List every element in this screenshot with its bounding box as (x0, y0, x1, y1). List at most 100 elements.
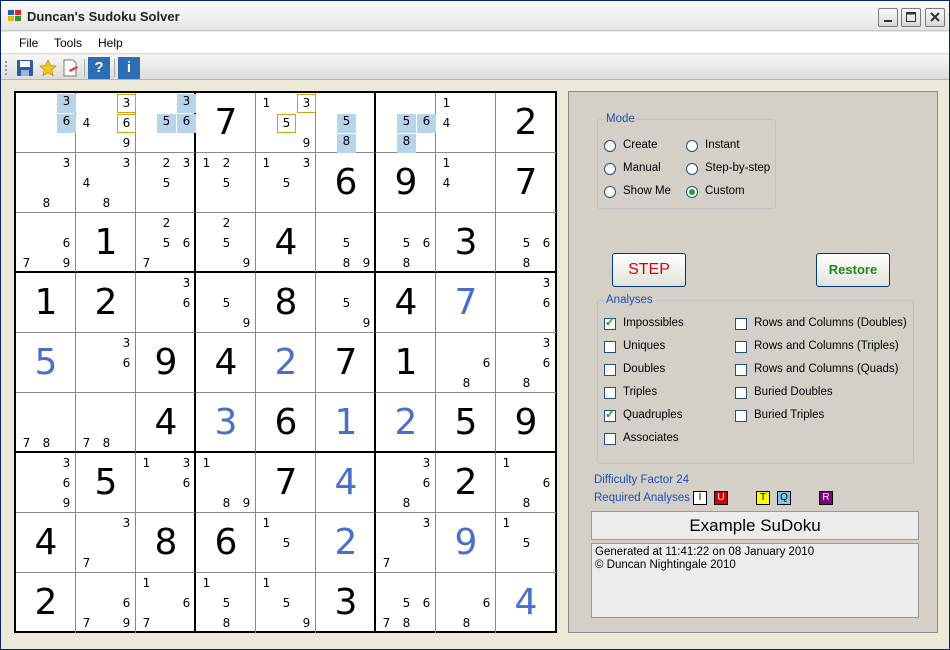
grid-cell[interactable]: 5 (436, 393, 496, 453)
mode-radio-show-me[interactable] (604, 186, 616, 198)
grid-cell[interactable]: 7 (496, 153, 556, 213)
puzzle-title[interactable]: Example SuDoku (591, 511, 919, 540)
grid-cell[interactable]: 3 (316, 573, 376, 633)
help-icon[interactable]: ? (88, 57, 110, 79)
analysis-label[interactable]: Buried Doubles (754, 386, 833, 398)
grid-cell[interactable]: 2 56 7 (136, 213, 196, 273)
grid-cell[interactable]: 59 (316, 273, 376, 333)
analysis-label[interactable]: Rows and Columns (Quads) (754, 363, 898, 375)
analysis-label[interactable]: Triples (623, 386, 657, 398)
grid-cell[interactable]: 2 (496, 93, 556, 153)
close-button[interactable] (925, 8, 945, 27)
grid-cell[interactable]: 2 (16, 573, 76, 633)
grid-cell[interactable]: 8 (136, 513, 196, 573)
grid-cell[interactable]: 1 359 (256, 93, 316, 153)
grid-cell[interactable]: 3 4 6 9 (76, 93, 136, 153)
grid-cell[interactable]: 4 (376, 273, 436, 333)
grid-cell[interactable]: 7 (196, 93, 256, 153)
grid-cell[interactable]: 4 (496, 573, 556, 633)
grid-cell[interactable]: 6 (316, 153, 376, 213)
analysis-label[interactable]: Rows and Columns (Doubles) (754, 317, 907, 329)
grid-cell[interactable]: 38 (16, 153, 76, 213)
grid-cell[interactable]: 3 (436, 213, 496, 273)
analysis-label[interactable]: Rows and Columns (Triples) (754, 340, 899, 352)
menu-file[interactable]: File (19, 36, 38, 50)
grid-cell[interactable]: 1 68 (496, 453, 556, 513)
grid-cell[interactable]: 4 (196, 333, 256, 393)
grid-cell[interactable]: 1 (16, 273, 76, 333)
grid-cell[interactable]: 1 (76, 213, 136, 273)
grid-cell[interactable]: 4 (16, 513, 76, 573)
analysis-checkbox-rows-and-columns-quads[interactable] (735, 364, 747, 376)
grid-cell[interactable]: 58 (316, 93, 376, 153)
title-bar[interactable]: Duncan's Sudoku Solver (1, 1, 949, 31)
grid-cell[interactable]: 4 (316, 453, 376, 513)
grid-cell[interactable]: 3 48 (76, 153, 136, 213)
grid-cell[interactable]: 235 (136, 153, 196, 213)
mode-radio-instant[interactable] (686, 140, 698, 152)
grid-cell[interactable]: 14 (436, 93, 496, 153)
grid-cell[interactable]: 2 (316, 513, 376, 573)
grid-cell[interactable]: 1 89 (196, 453, 256, 513)
grid-cell[interactable]: 9 (136, 333, 196, 393)
mode-radio-label[interactable]: Manual (623, 162, 661, 174)
grid-cell[interactable]: 5 (16, 333, 76, 393)
grid-cell[interactable]: 15 8 (196, 573, 256, 633)
info-text-box[interactable]: Generated at 11:41:22 on 08 January 2010… (591, 543, 919, 618)
analysis-checkbox-impossibles[interactable] (604, 315, 616, 330)
analysis-checkbox-triples[interactable] (604, 387, 616, 399)
mode-radio-step-by-step[interactable] (686, 163, 698, 175)
mode-radio-custom[interactable] (686, 186, 698, 198)
grid-cell[interactable]: 2 (376, 393, 436, 453)
analysis-label[interactable]: Associates (623, 432, 679, 444)
analysis-checkbox-uniques[interactable] (604, 341, 616, 353)
maximize-button[interactable] (901, 8, 921, 27)
grid-cell[interactable]: 568 (376, 93, 436, 153)
grid-cell[interactable]: 6 7 9 (16, 213, 76, 273)
mode-radio-create[interactable] (604, 140, 616, 152)
analysis-label[interactable]: Doubles (623, 363, 665, 375)
grid-cell[interactable]: 356 (136, 93, 196, 153)
analysis-label[interactable]: Impossibles (623, 317, 684, 329)
grid-cell[interactable]: 78 (76, 393, 136, 453)
grid-cell[interactable]: 14 (436, 153, 496, 213)
analysis-checkbox-associates[interactable] (604, 433, 616, 445)
grid-cell[interactable]: 2 (256, 333, 316, 393)
grid-cell[interactable]: 3 6 9 (16, 453, 76, 513)
grid-cell[interactable]: 9 (376, 153, 436, 213)
analysis-checkbox-doubles[interactable] (604, 364, 616, 376)
grid-cell[interactable]: 3 (196, 393, 256, 453)
grid-cell[interactable]: 15 (496, 513, 556, 573)
analysis-label[interactable]: Uniques (623, 340, 665, 352)
mode-radio-label[interactable]: Show Me (623, 185, 671, 197)
analysis-checkbox-quadruples[interactable] (604, 407, 616, 422)
grid-cell[interactable]: 1 (376, 333, 436, 393)
grid-cell[interactable]: 4 (136, 393, 196, 453)
analysis-checkbox-buried-triples[interactable] (735, 410, 747, 422)
grid-cell[interactable]: 7 (316, 333, 376, 393)
grid-cell[interactable]: 3 68 (376, 453, 436, 513)
grid-cell[interactable]: 68 (436, 573, 496, 633)
grid-cell[interactable]: 1 3 6 (136, 453, 196, 513)
grid-cell[interactable]: 2 (76, 273, 136, 333)
grid-cell[interactable]: 68 (436, 333, 496, 393)
mode-radio-manual[interactable] (604, 163, 616, 175)
grid-cell[interactable]: 7 (256, 453, 316, 513)
star-icon[interactable] (38, 58, 58, 78)
grid-cell[interactable]: 568 (496, 213, 556, 273)
grid-cell[interactable]: 1 (316, 393, 376, 453)
grid-cell[interactable]: 78 (16, 393, 76, 453)
menu-help[interactable]: Help (98, 36, 123, 50)
mode-radio-label[interactable]: Step-by-step (705, 162, 770, 174)
info-icon[interactable]: i (118, 57, 140, 79)
grid-cell[interactable]: 36 (76, 333, 136, 393)
analysis-label[interactable]: Buried Triples (754, 409, 824, 421)
analysis-checkbox-rows-and-columns-triples[interactable] (735, 341, 747, 353)
analysis-label[interactable]: Quadruples (623, 409, 682, 421)
analysis-checkbox-rows-and-columns-doubles[interactable] (735, 318, 747, 330)
grid-cell[interactable]: 36 (16, 93, 76, 153)
grid-cell[interactable]: 6 (196, 513, 256, 573)
menu-tools[interactable]: Tools (54, 36, 82, 50)
grid-cell[interactable]: 3 68 (496, 333, 556, 393)
restore-button[interactable]: Restore (816, 253, 890, 287)
